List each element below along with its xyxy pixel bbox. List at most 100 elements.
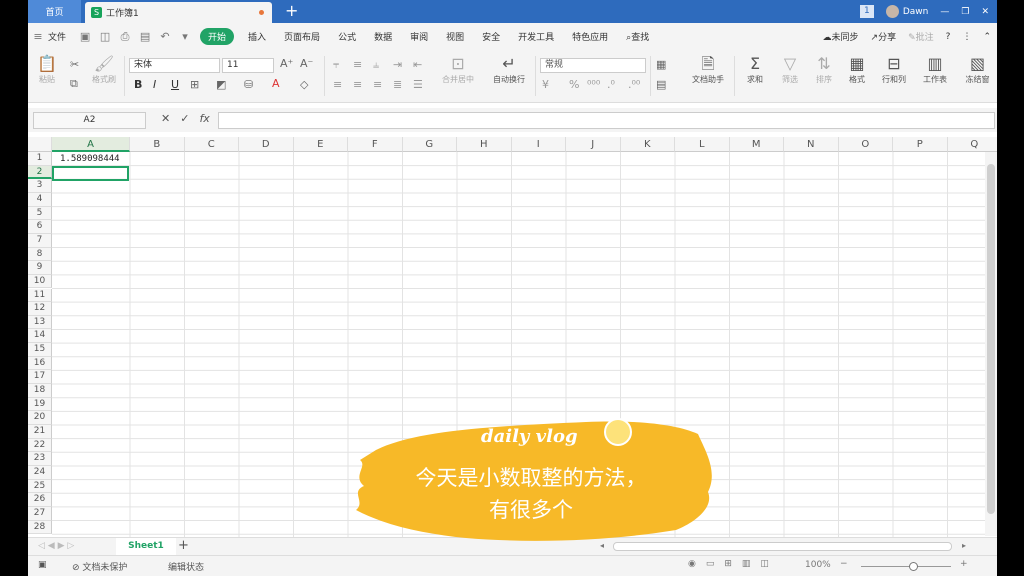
zoom-slider-thumb[interactable]: [909, 562, 918, 571]
column-header-n[interactable]: N: [784, 137, 839, 152]
copy-icon[interactable]: ⧉: [70, 77, 78, 91]
doc-assistant-button[interactable]: 🗎 文档助手: [688, 54, 728, 85]
row-col-button[interactable]: ⊟ 行和列: [876, 54, 912, 85]
row-header-25[interactable]: 25: [28, 479, 52, 494]
column-header-e[interactable]: E: [293, 137, 348, 152]
row-header-16[interactable]: 16: [28, 356, 52, 371]
row-header-7[interactable]: 7: [28, 233, 52, 248]
scroll-right-icon[interactable]: ▸: [962, 541, 966, 550]
table-style-icon[interactable]: ▦: [656, 58, 666, 71]
column-header-h[interactable]: H: [457, 137, 512, 152]
zoom-label[interactable]: 100%: [805, 560, 831, 570]
sum-button[interactable]: Σ 求和: [740, 54, 770, 85]
row-header-22[interactable]: 22: [28, 438, 52, 453]
row-header-15[interactable]: 15: [28, 343, 52, 357]
window-count-badge[interactable]: 1: [859, 5, 874, 18]
freeze-button[interactable]: ▧ 冻结窗: [958, 54, 997, 85]
row-header-1[interactable]: 1: [28, 152, 52, 166]
currency-icon[interactable]: ¥: [542, 78, 549, 91]
menu-item-start[interactable]: 开始: [200, 28, 235, 45]
merge-center-button[interactable]: ⊡ 合并居中: [436, 54, 480, 85]
vertical-scrollbar[interactable]: [985, 152, 997, 536]
undo-icon[interactable]: ↶: [159, 30, 171, 43]
format-painter-button[interactable]: 🖌 格式刷: [89, 54, 119, 85]
column-header-q[interactable]: Q: [947, 137, 997, 152]
view-mode-icons[interactable]: ◉▭⊞▥◫: [688, 559, 779, 569]
row-header-19[interactable]: 19: [28, 397, 52, 412]
home-tab[interactable]: 首页: [28, 0, 81, 23]
row-header-8[interactable]: 8: [28, 247, 52, 262]
clear-icon[interactable]: ◇: [300, 78, 308, 91]
row-header-14[interactable]: 14: [28, 329, 52, 344]
cancel-icon[interactable]: ✕: [161, 112, 170, 125]
more-options-icon[interactable]: ⋮: [962, 32, 971, 42]
sort-button[interactable]: ⇅ 排序: [809, 54, 839, 85]
row-header-10[interactable]: 10: [28, 274, 52, 289]
file-menu[interactable]: 文件: [48, 30, 75, 43]
thousands-icon[interactable]: ⁰⁰⁰: [587, 78, 600, 91]
wrap-text-button[interactable]: ↵ 自动换行: [487, 54, 531, 85]
filter-button[interactable]: ▽ 筛选: [775, 54, 805, 85]
export-icon[interactable]: ▤: [139, 30, 151, 43]
selected-cell-a2[interactable]: [52, 166, 129, 181]
column-header-j[interactable]: J: [566, 137, 621, 152]
column-header-g[interactable]: G: [402, 137, 457, 152]
restore-icon[interactable]: ❐: [961, 7, 969, 17]
row-header-24[interactable]: 24: [28, 465, 52, 480]
fill-color-icon[interactable]: ◩: [216, 78, 226, 91]
align-middle-icon[interactable]: ≡: [353, 58, 362, 71]
menu-item-view[interactable]: 视图: [437, 30, 473, 43]
indent-icon[interactable]: ⇥: [393, 58, 402, 71]
column-header-c[interactable]: C: [184, 137, 239, 152]
document-tab[interactable]: S 工作簿1: [85, 2, 272, 23]
row-header-27[interactable]: 27: [28, 506, 52, 521]
search-button[interactable]: ⌕查找: [617, 30, 658, 43]
outdent-icon[interactable]: ⇤: [413, 58, 422, 71]
function-icon[interactable]: fx: [199, 112, 209, 125]
select-all-corner[interactable]: [28, 137, 52, 152]
row-header-21[interactable]: 21: [28, 425, 52, 439]
increase-font-icon[interactable]: A⁺: [280, 57, 293, 70]
justify-icon[interactable]: ≣: [393, 78, 402, 91]
number-format-select[interactable]: 常规: [540, 58, 646, 73]
sync-button[interactable]: ☁未同步: [823, 30, 859, 43]
font-size-select[interactable]: 11: [222, 58, 274, 73]
zoom-in-icon[interactable]: +: [960, 559, 968, 569]
column-header-o[interactable]: O: [838, 137, 893, 152]
row-header-20[interactable]: 20: [28, 411, 52, 425]
menu-item-security[interactable]: 安全: [473, 30, 509, 43]
new-tab-button[interactable]: +: [285, 1, 298, 20]
font-name-select[interactable]: 宋体: [129, 58, 220, 73]
confirm-icon[interactable]: ✓: [180, 112, 189, 125]
row-header-5[interactable]: 5: [28, 206, 52, 221]
row-header-11[interactable]: 11: [28, 288, 52, 303]
status-icon[interactable]: ▣: [38, 560, 47, 570]
column-header-i[interactable]: I: [511, 137, 566, 152]
column-header-l[interactable]: L: [675, 137, 730, 152]
sheet-tab-sheet1[interactable]: Sheet1: [116, 538, 176, 555]
row-header-3[interactable]: 3: [28, 179, 52, 193]
cell-a1[interactable]: 1.589098444: [60, 154, 120, 164]
decrease-decimal-icon[interactable]: .⁰⁰: [628, 78, 640, 91]
menu-item-developer[interactable]: 开发工具: [509, 30, 563, 43]
print-preview-icon[interactable]: ◫: [99, 30, 111, 43]
font-color-icon[interactable]: A: [272, 77, 280, 90]
column-header-d[interactable]: D: [239, 137, 294, 152]
row-header-9[interactable]: 9: [28, 261, 52, 275]
more-icon[interactable]: ▾: [179, 30, 191, 43]
menu-item-data[interactable]: 数据: [365, 30, 401, 43]
row-header-17[interactable]: 17: [28, 370, 52, 385]
user-account[interactable]: Dawn: [885, 5, 928, 18]
protect-status[interactable]: ⊘ 文档未保护: [72, 560, 127, 573]
scroll-thumb[interactable]: [987, 164, 995, 514]
align-top-icon[interactable]: ⫧: [333, 58, 339, 72]
row-header-6[interactable]: 6: [28, 220, 52, 234]
row-header-23[interactable]: 23: [28, 452, 52, 466]
cut-icon[interactable]: ✂: [70, 58, 79, 71]
menu-item-page-layout[interactable]: 页面布局: [275, 30, 329, 43]
row-header-2[interactable]: 2: [28, 165, 52, 180]
paste-button[interactable]: 📋 粘贴: [36, 54, 58, 85]
conditional-format-icon[interactable]: ▤: [656, 78, 666, 91]
format-button[interactable]: ▦ 格式: [842, 54, 872, 85]
align-right-icon[interactable]: ≡: [373, 78, 382, 91]
